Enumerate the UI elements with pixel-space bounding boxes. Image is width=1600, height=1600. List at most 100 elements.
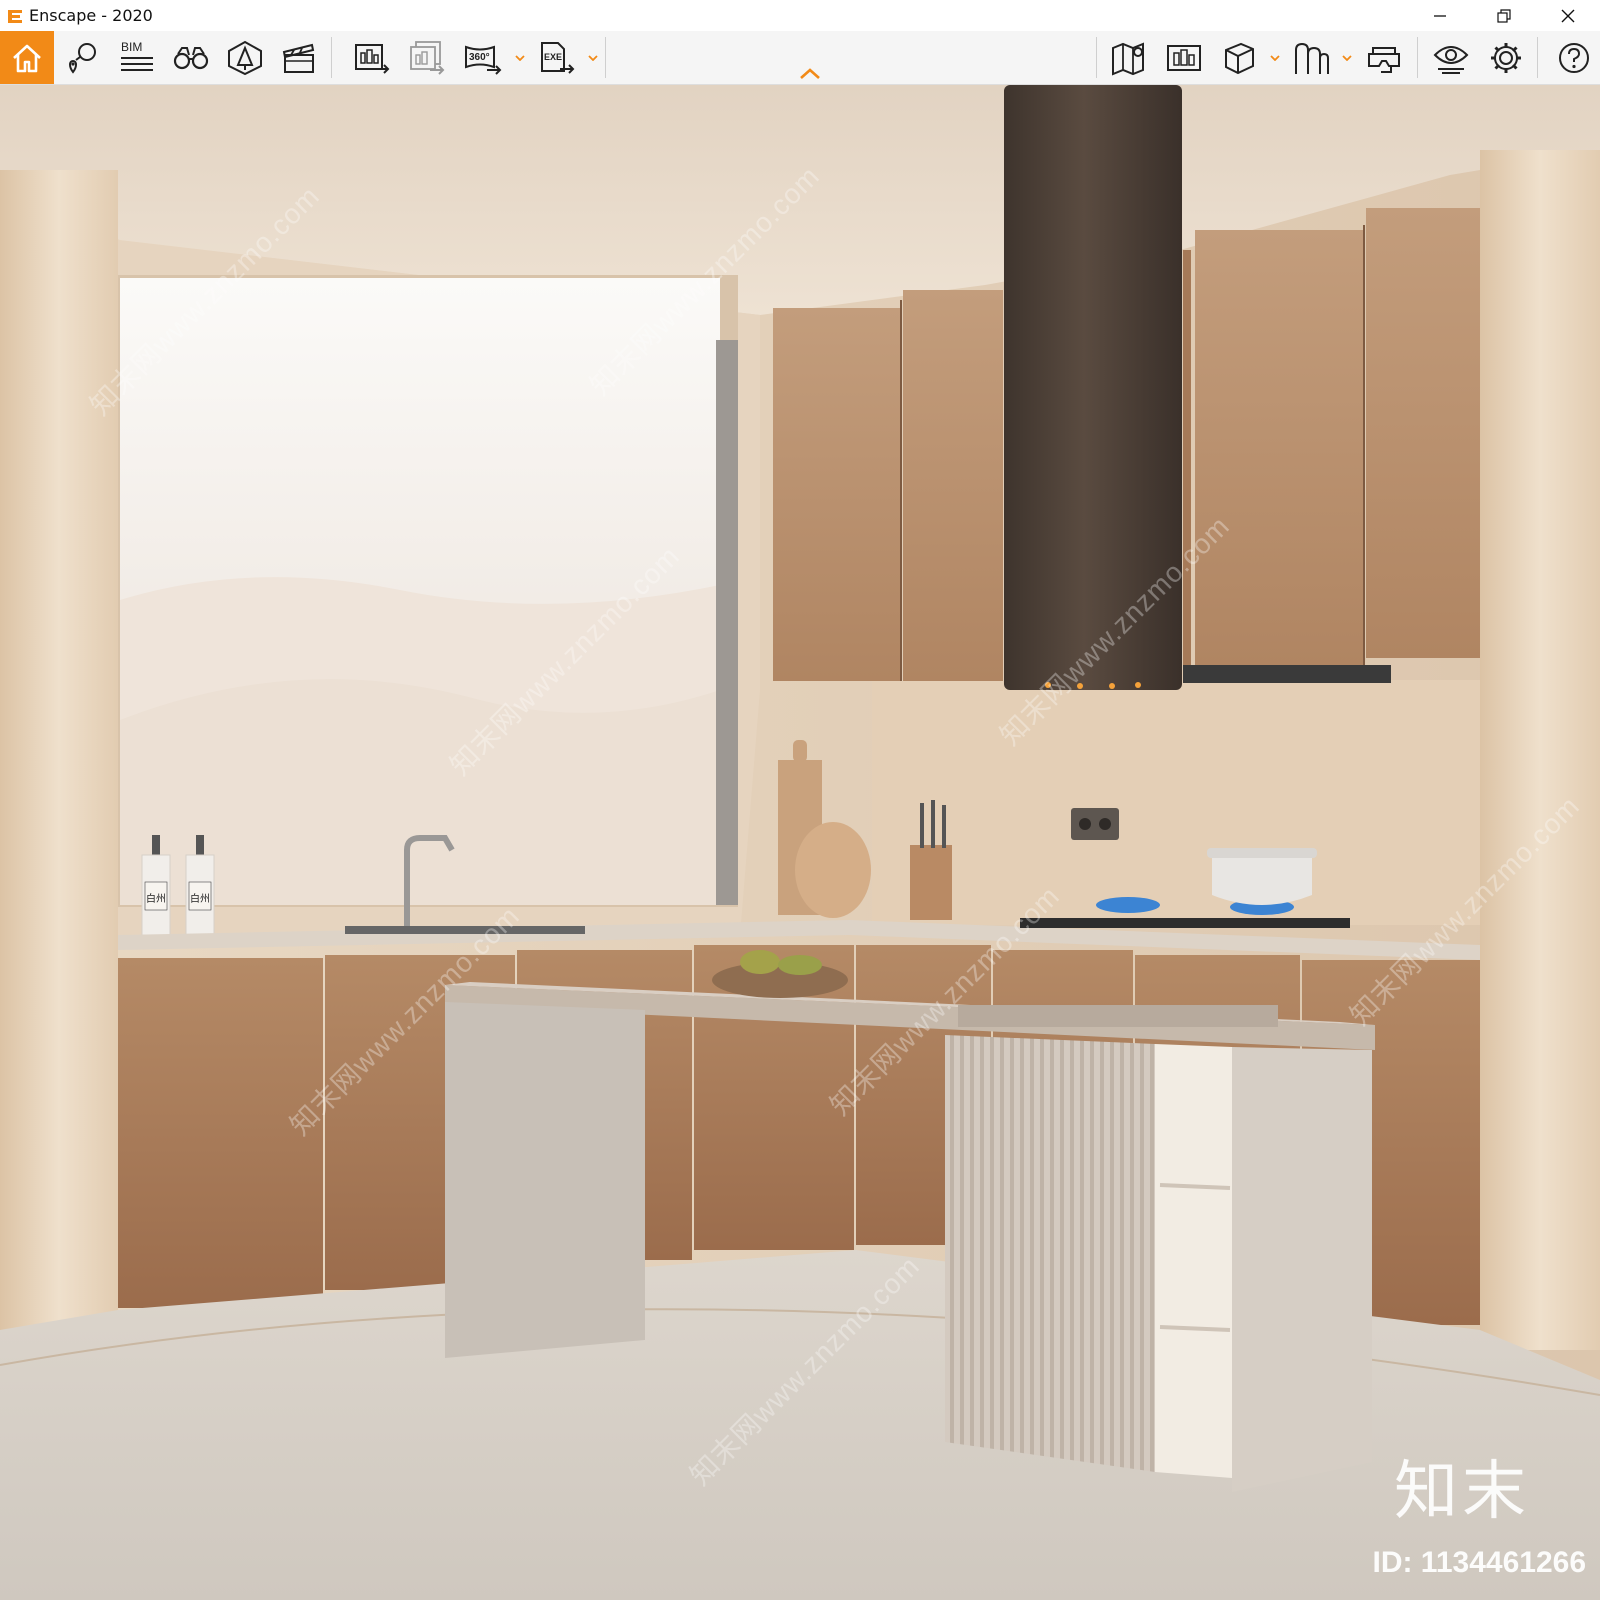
bottle-cap — [196, 835, 204, 855]
watermark-logo: 知末 — [1394, 1455, 1530, 1529]
enscape-toolbar: BIM 360° EXE — [0, 31, 1600, 85]
asset-library-button[interactable] — [218, 31, 272, 84]
bim-label: BIM — [121, 40, 142, 54]
close-button[interactable] — [1538, 0, 1598, 31]
restore-button[interactable] — [1474, 0, 1534, 31]
panorama-dropdown[interactable] — [513, 51, 527, 65]
capture-gallery-button[interactable] — [1157, 31, 1211, 84]
window-mullion — [716, 340, 738, 905]
toolbar-separator — [605, 37, 606, 78]
object-cube-icon — [1225, 42, 1254, 74]
chevron-down-icon — [1342, 55, 1352, 61]
help-icon — [1559, 42, 1589, 73]
export-exe-icon: EXE — [541, 41, 575, 74]
people-dropdown[interactable] — [1340, 51, 1354, 65]
toolbar-separator — [1096, 37, 1097, 78]
map-icon — [1112, 42, 1144, 75]
panorama-label: 360° — [469, 52, 490, 63]
upper-cabinet — [1195, 230, 1363, 665]
collapse-toolbar-icon[interactable] — [796, 67, 824, 81]
home-button[interactable] — [0, 31, 54, 84]
toolbar-separator — [331, 37, 332, 78]
screenshot-render-button[interactable] — [345, 31, 399, 84]
window-title: Enscape - 2020 — [29, 6, 153, 25]
chevron-down-icon — [515, 55, 525, 61]
bottle-cap — [152, 835, 160, 855]
cutting-board-handle — [793, 740, 807, 762]
bottle-label-text: 白州 — [146, 892, 166, 905]
bim-button[interactable]: BIM — [110, 31, 164, 84]
close-icon — [1561, 9, 1575, 22]
people-icon — [1295, 42, 1329, 74]
help-button[interactable] — [1547, 31, 1600, 84]
minimize-button[interactable] — [1410, 0, 1470, 31]
island-side-panel — [1232, 1047, 1372, 1492]
panorama-button[interactable]: 360° — [456, 31, 510, 84]
export-button[interactable]: EXE — [530, 31, 584, 84]
cooking-pot — [1212, 855, 1312, 905]
batch-render-icon — [410, 40, 445, 75]
vr-headset-icon — [1368, 46, 1400, 73]
visual-settings-icon — [1433, 45, 1469, 74]
gas-hob — [1020, 918, 1350, 928]
bim-icon: BIM — [121, 40, 153, 71]
induction-cooktop — [958, 1005, 1278, 1027]
upper-cabinet — [1366, 208, 1480, 658]
upper-cabinet-edge — [1183, 250, 1191, 680]
watermark-id: ID: 1134461266 — [1372, 1546, 1586, 1579]
render-viewport[interactable]: 白州 白州 知末网www.znzmo.com 知末网www.znzmo.com … — [0, 85, 1600, 1600]
capture-gallery-icon — [1167, 44, 1201, 71]
object-button[interactable] — [1212, 31, 1266, 84]
wall-socket — [1071, 808, 1119, 840]
bottle-label-text: 白州 — [190, 892, 210, 905]
island-fluted-panel — [945, 1035, 1155, 1472]
fruit — [778, 955, 822, 975]
settings-gear-icon — [1491, 42, 1521, 73]
chevron-down-icon — [1270, 55, 1280, 61]
backsplash — [872, 680, 1480, 925]
pot-lid — [1207, 848, 1317, 858]
batch-render-button[interactable] — [400, 31, 454, 84]
asset-library-icon — [228, 40, 262, 75]
fruit — [740, 950, 780, 974]
knife-block — [910, 845, 952, 920]
map-button[interactable] — [1102, 31, 1156, 84]
views-button[interactable] — [56, 31, 110, 84]
chevron-down-icon — [588, 55, 598, 61]
socket-hole — [1079, 818, 1091, 830]
vr-headset-button[interactable] — [1357, 31, 1411, 84]
island-open-shelf — [1155, 1044, 1232, 1478]
visual-settings-button[interactable] — [1424, 31, 1478, 84]
upper-cabinet — [773, 308, 901, 681]
island-slab-leg — [445, 1002, 645, 1358]
export-dropdown[interactable] — [586, 51, 600, 65]
binoculars-icon — [173, 46, 209, 69]
views-pin-icon — [69, 42, 96, 74]
hood-light — [1109, 683, 1115, 689]
video-editor-button[interactable] — [272, 31, 326, 84]
toolbar-separator — [1537, 37, 1538, 78]
hood-light — [1135, 682, 1141, 688]
toolbar-separator — [1417, 37, 1418, 78]
socket-hole — [1099, 818, 1111, 830]
enscape-logo-icon — [8, 9, 22, 23]
round-board — [795, 822, 871, 918]
settings-button[interactable] — [1479, 31, 1533, 84]
burner-flame — [1096, 897, 1160, 913]
people-button[interactable] — [1284, 31, 1338, 84]
minimize-icon — [1434, 14, 1446, 17]
video-editor-icon — [282, 43, 315, 73]
base-cabinet — [118, 958, 323, 1308]
upper-cabinet — [903, 290, 1003, 681]
walk-mode-button[interactable] — [164, 31, 218, 84]
restore-icon — [1497, 8, 1511, 23]
extractor-strip — [1183, 665, 1391, 683]
panorama-360-icon: 360° — [465, 45, 502, 75]
home-icon — [13, 44, 41, 72]
title-bar: Enscape - 2020 — [0, 0, 1600, 31]
left-column — [0, 170, 118, 1330]
exe-label: EXE — [544, 52, 562, 62]
right-column — [1480, 150, 1600, 1350]
screenshot-render-icon — [355, 43, 390, 74]
object-dropdown[interactable] — [1268, 51, 1282, 65]
